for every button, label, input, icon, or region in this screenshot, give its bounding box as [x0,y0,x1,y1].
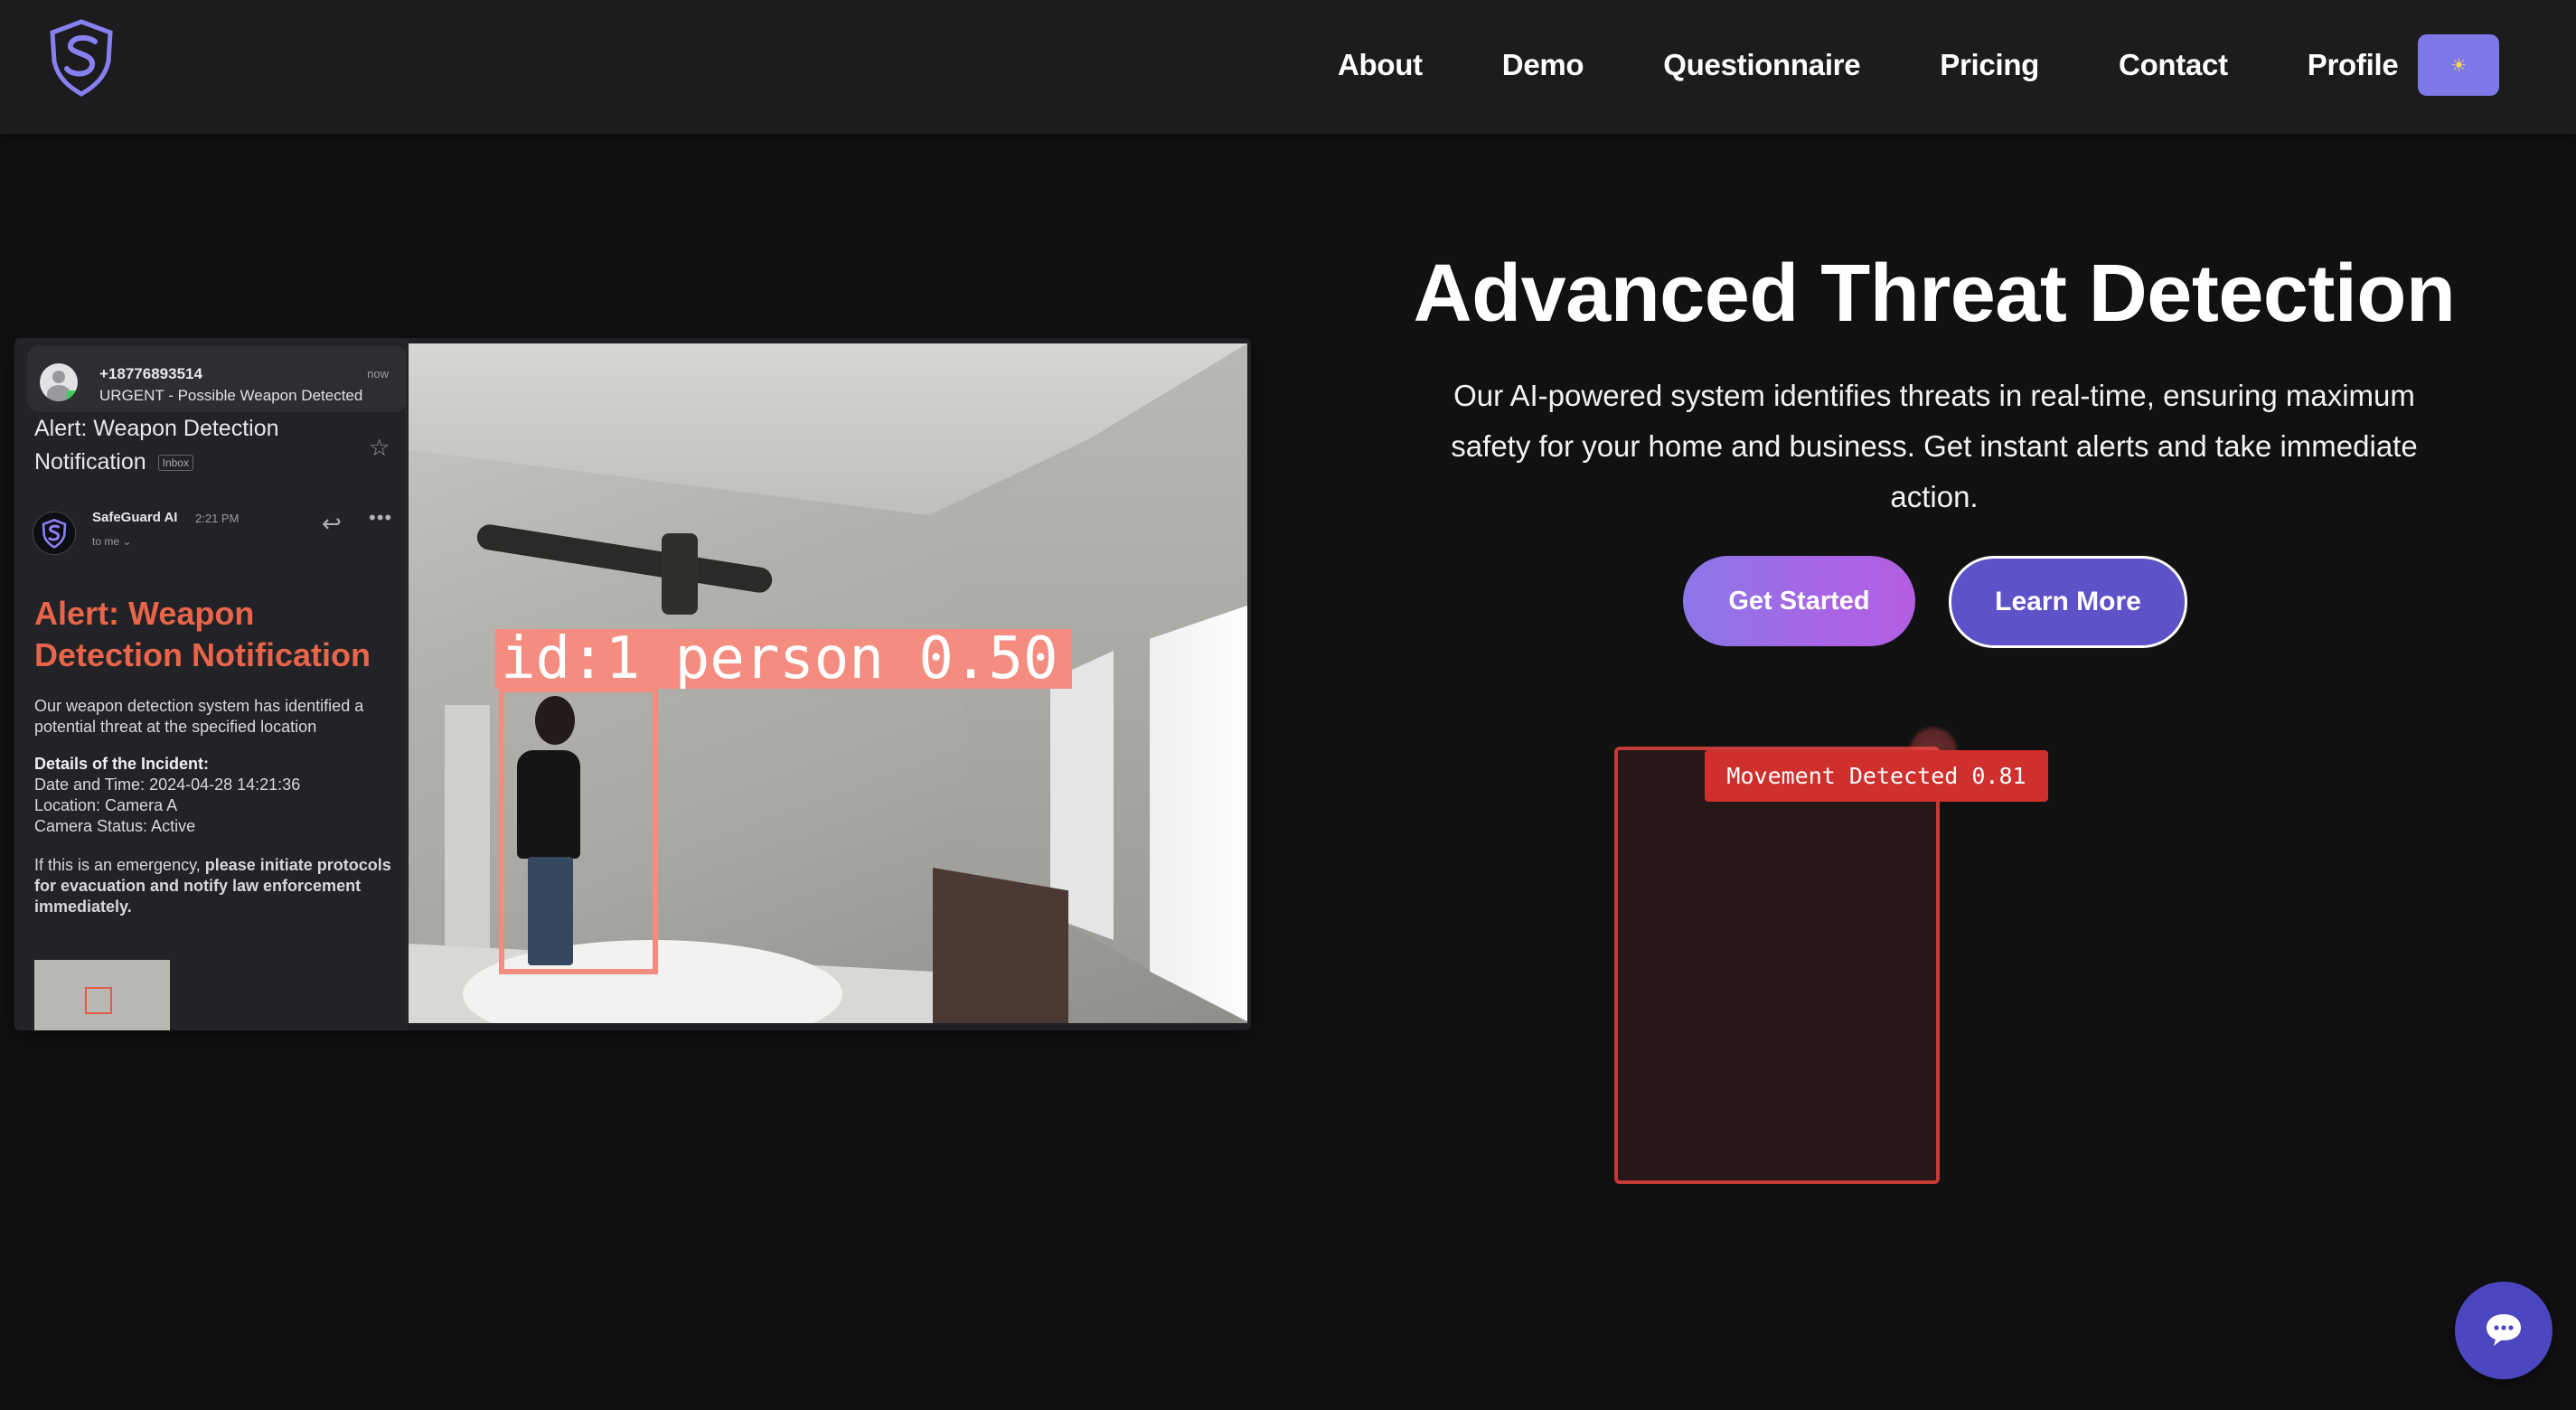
star-icon[interactable]: ☆ [369,434,390,462]
shield-s-icon[interactable] [45,16,118,98]
learn-more-button[interactable]: Learn More [1949,556,2187,648]
camera-feed-image: id:1 person 0.50 [409,343,1247,1023]
ceiling-fan [475,522,775,595]
chat-bubble-icon [2484,1311,2524,1350]
detail-location: Location: Camera A [34,796,178,814]
sender-time: 2:21 PM [195,512,240,525]
nav-link-questionnaire[interactable]: Questionnaire [1663,48,1860,82]
email-heading: Alert: Weapon Detection Notification [34,595,371,673]
detail-datetime: Date and Time: 2024-04-28 14:21:36 [34,776,301,794]
motion-detection-box [1614,747,1940,1184]
email-subject: Alert: Weapon Detection Notification Inb… [34,412,360,479]
nav-link-profile[interactable]: Profile [2308,48,2399,82]
chat-button[interactable] [2455,1282,2552,1379]
recipient-dropdown[interactable]: to me ⌄ [92,535,131,548]
nav-link-about[interactable]: About [1338,48,1423,82]
get-started-button[interactable]: Get Started [1683,556,1915,646]
nav-link-contact[interactable]: Contact [2119,48,2228,82]
attachment-thumbnail[interactable] [34,960,170,1030]
detection-label: id:1 person 0.50 [495,629,1072,689]
incident-details: Details of the Incident: Date and Time: … [34,754,396,837]
emergency-prefix: If this is an emergency, [34,856,205,874]
nav-links: About Demo Questionnaire Pricing Contact… [1338,34,2500,96]
hero-title: Advanced Threat Detection [1413,249,2456,339]
sender-avatar [33,512,76,555]
hero-demo-image: +18776893514 now URGENT - Possible Weapo… [14,338,1251,1030]
sender-name: SafeGuard AI [92,510,178,525]
detection-bounding-box [499,687,658,974]
sms-time: now [367,367,389,381]
sms-sender: +18776893514 [99,365,202,382]
theme-toggle-button[interactable]: ☀ [2418,34,2500,96]
email-intro: Our weapon detection system has identifi… [34,697,364,736]
details-title: Details of the Incident: [34,755,210,773]
email-subject-text: Alert: Weapon Detection Notification [34,416,279,475]
sms-notification[interactable]: +18776893514 now URGENT - Possible Weapo… [27,345,407,412]
inbox-tag: Inbox [157,455,193,472]
emergency-notice: If this is an emergency, please initiate… [34,855,396,917]
top-navbar: About Demo Questionnaire Pricing Contact… [0,0,2576,134]
nav-link-demo[interactable]: Demo [1502,48,1584,82]
sms-message: URGENT - Possible Weapon Detected [99,387,363,404]
more-options-icon[interactable]: ••• [369,506,392,530]
contact-avatar-icon [40,363,78,401]
hero-description: Our AI-powered system identifies threats… [1451,379,2418,513]
motion-detection-label: Movement Detected 0.81 [1705,750,2048,802]
detail-camera-status: Camera Status: Active [34,817,196,835]
sun-icon: ☀ [2450,55,2468,76]
nav-link-pricing[interactable]: Pricing [1940,48,2039,82]
reply-icon[interactable]: ↩ [322,510,342,538]
email-alert-panel: +18776893514 now URGENT - Possible Weapo… [14,338,407,1030]
